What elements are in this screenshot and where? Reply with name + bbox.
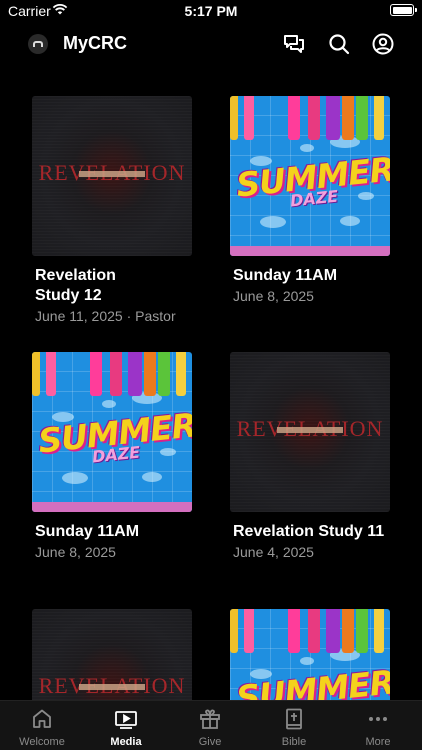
media-date: June 11, 2025 · Pastor xyxy=(35,308,176,324)
media-title: Sunday 11AM xyxy=(35,523,140,540)
media-date: June 4, 2025 xyxy=(233,544,314,560)
media-card[interactable]: REVELATION Revelation Study 11 June 4, 202… xyxy=(230,352,390,561)
media-date: June 8, 2025 xyxy=(35,544,116,560)
app-title: MyCRC xyxy=(63,33,128,53)
home-icon xyxy=(33,709,51,728)
app-header: MyCRC xyxy=(0,24,422,64)
artwork-subtitle-band xyxy=(79,171,145,177)
media-card[interactable]: REVELATION Revelation Study 12 June 11, 20… xyxy=(32,96,192,325)
media-date: June 8, 2025 xyxy=(233,288,314,304)
church-logo-icon xyxy=(28,34,48,54)
revelation-series-artwork: REVELATION xyxy=(230,352,390,512)
gift-icon xyxy=(200,709,220,729)
artwork-subtitle-band xyxy=(277,427,343,433)
summer-daze-series-artwork: SUMMERDAZE xyxy=(230,96,390,256)
tab-media[interactable]: Media xyxy=(84,701,168,750)
media-card[interactable]: SUMMER DAZE Sunday 11AM June 8, 2025 xyxy=(32,352,192,561)
media-card[interactable]: SUMMER DAZE Sunday 11AM June 8, 2025 xyxy=(230,96,390,305)
artwork-subtitle-band xyxy=(79,684,145,690)
tab-welcome[interactable]: Welcome xyxy=(0,701,84,750)
clock: 5:17 PM xyxy=(184,3,238,19)
media-title: Revelation Study 11 xyxy=(233,523,385,540)
chat-icon[interactable] xyxy=(282,32,306,56)
tab-bar: Welcome Media Give Bible More xyxy=(0,700,422,750)
tab-bible[interactable]: Bible xyxy=(252,701,336,750)
revelation-series-artwork: REVELATION xyxy=(32,96,192,256)
summer-daze-series-artwork: SUMMERDAZE xyxy=(32,352,192,512)
tab-label: Give xyxy=(198,736,222,748)
tab-label: More xyxy=(365,736,391,748)
media-title: Sunday 11AM xyxy=(233,267,338,284)
search-icon[interactable] xyxy=(327,32,351,56)
status-bar: Carrier 5:17 PM xyxy=(0,0,422,24)
tab-label: Bible xyxy=(281,736,307,748)
tab-give[interactable]: Give xyxy=(168,701,252,750)
media-title: Revelation Study 12 xyxy=(35,267,116,304)
tab-label: Welcome xyxy=(19,736,65,748)
video-icon xyxy=(115,711,137,729)
battery-icon xyxy=(390,4,417,16)
more-icon xyxy=(369,717,387,721)
tab-label: Media xyxy=(110,736,142,748)
tab-more[interactable]: More xyxy=(336,701,420,750)
bible-icon xyxy=(286,708,302,730)
profile-icon[interactable] xyxy=(371,32,395,56)
